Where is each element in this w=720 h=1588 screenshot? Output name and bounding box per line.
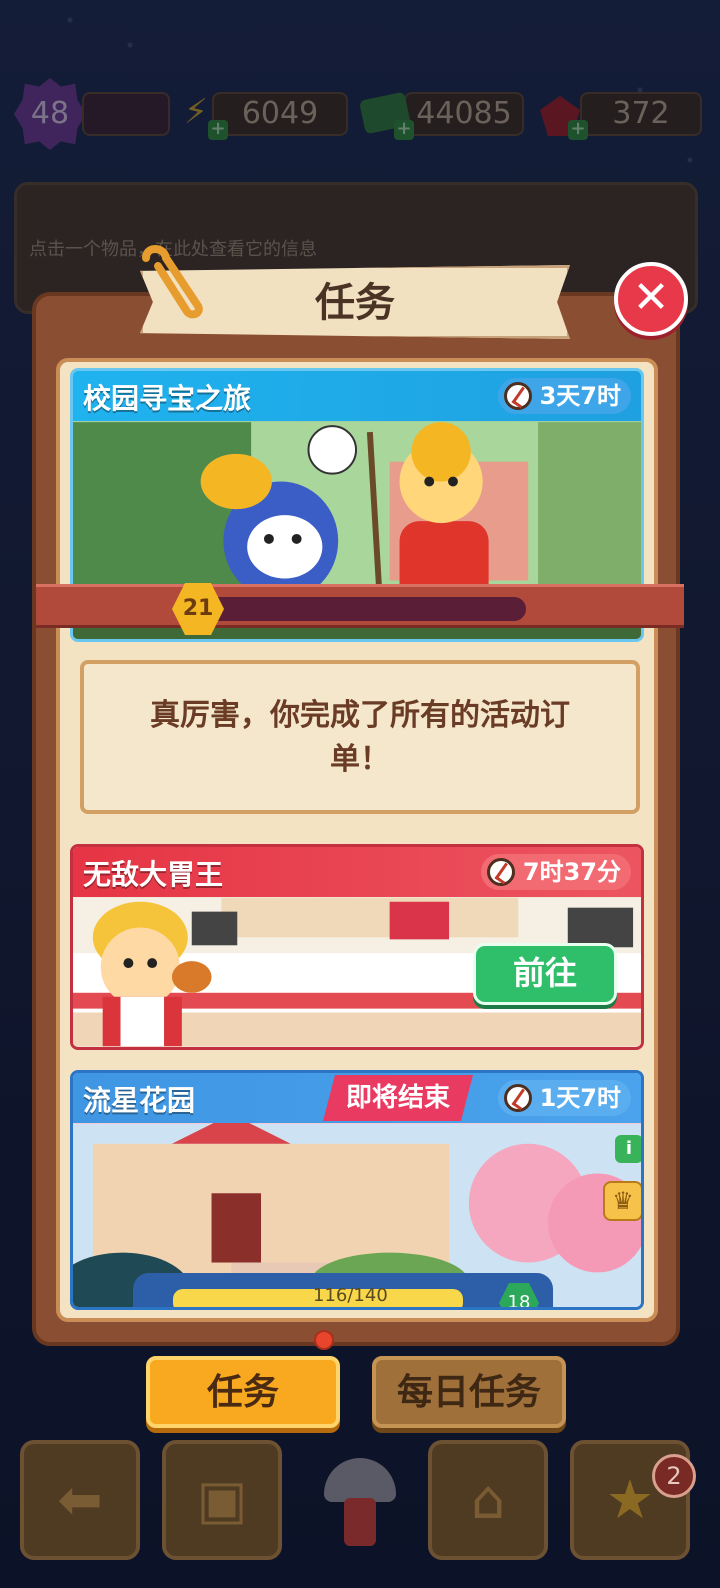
event-timer: 1天7时 [497,1080,631,1116]
go-button[interactable]: 前往 [473,943,617,1005]
back-button[interactable]: ⬅ [20,1440,140,1560]
clock-icon [503,1084,532,1112]
tab-quests[interactable]: 任务 [146,1356,340,1428]
event-title: 校园寻宝之旅 [83,382,252,415]
event-header: 无敌大胃王 7时37分 [73,847,641,897]
event-list[interactable]: 校园寻宝之旅 3天7时 真厉害，你完成了所有的活动订单！ 无敌大胃王 7时37分… [56,358,658,1322]
backpack-icon: ▣ [196,1468,248,1531]
ending-soon-badge: 即将结束 [323,1075,473,1121]
paperclip-icon [142,245,203,319]
event-timer: 3天7时 [497,378,631,414]
garden-progress-text: 116/140 [313,1285,388,1306]
basket-icon: ⌂ [470,1468,506,1531]
star-notification-badge: 2 [652,1454,696,1498]
completed-message-box: 真厉害，你完成了所有的活动订单！ [80,660,640,814]
campus-progress-banner: 21 [36,583,684,635]
event-header: 校园寻宝之旅 3天7时 [73,371,641,421]
shop-button[interactable]: ⌂ [428,1440,548,1560]
trophy-icon[interactable]: ♛ [603,1181,641,1221]
event-title: 无敌大胃王 [83,858,224,891]
mushroom-icon [320,1458,400,1558]
tab-daily-quests[interactable]: 每日任务 [372,1356,566,1428]
timer-text: 1天7时 [539,1084,621,1112]
back-arrow-icon: ⬅ [57,1468,103,1531]
garden-progress-bar: 116/140 18 [133,1273,553,1307]
completed-message: 真厉害，你完成了所有的活动订单！ [150,698,570,777]
close-button[interactable]: ✕ [614,262,688,336]
clock-icon [486,858,515,886]
event-timer: 7时37分 [480,854,631,890]
quest-dialog: 校园寻宝之旅 3天7时 真厉害，你完成了所有的活动订单！ 无敌大胃王 7时37分… [32,292,684,1346]
timer-text: 7时37分 [522,858,621,886]
clock-icon [503,382,532,410]
campus-level-hex: 21 [172,583,224,635]
page-indicator-dot [314,1330,334,1350]
info-icon[interactable]: i [615,1135,641,1163]
campus-progress-track [196,597,526,621]
event-header: 流星花园 即将结束 1天7时 [73,1073,641,1123]
backpack-button[interactable]: ▣ [162,1440,282,1560]
event-title: 流星花园 [83,1084,196,1117]
timer-text: 3天7时 [539,382,621,410]
event-card-garden[interactable]: 流星花园 即将结束 1天7时 i ♛ 116/140 18 [70,1070,644,1310]
garden-level-hex: 18 [499,1283,539,1307]
event-card-eater[interactable]: 无敌大胃王 7时37分 前往 [70,844,644,1050]
